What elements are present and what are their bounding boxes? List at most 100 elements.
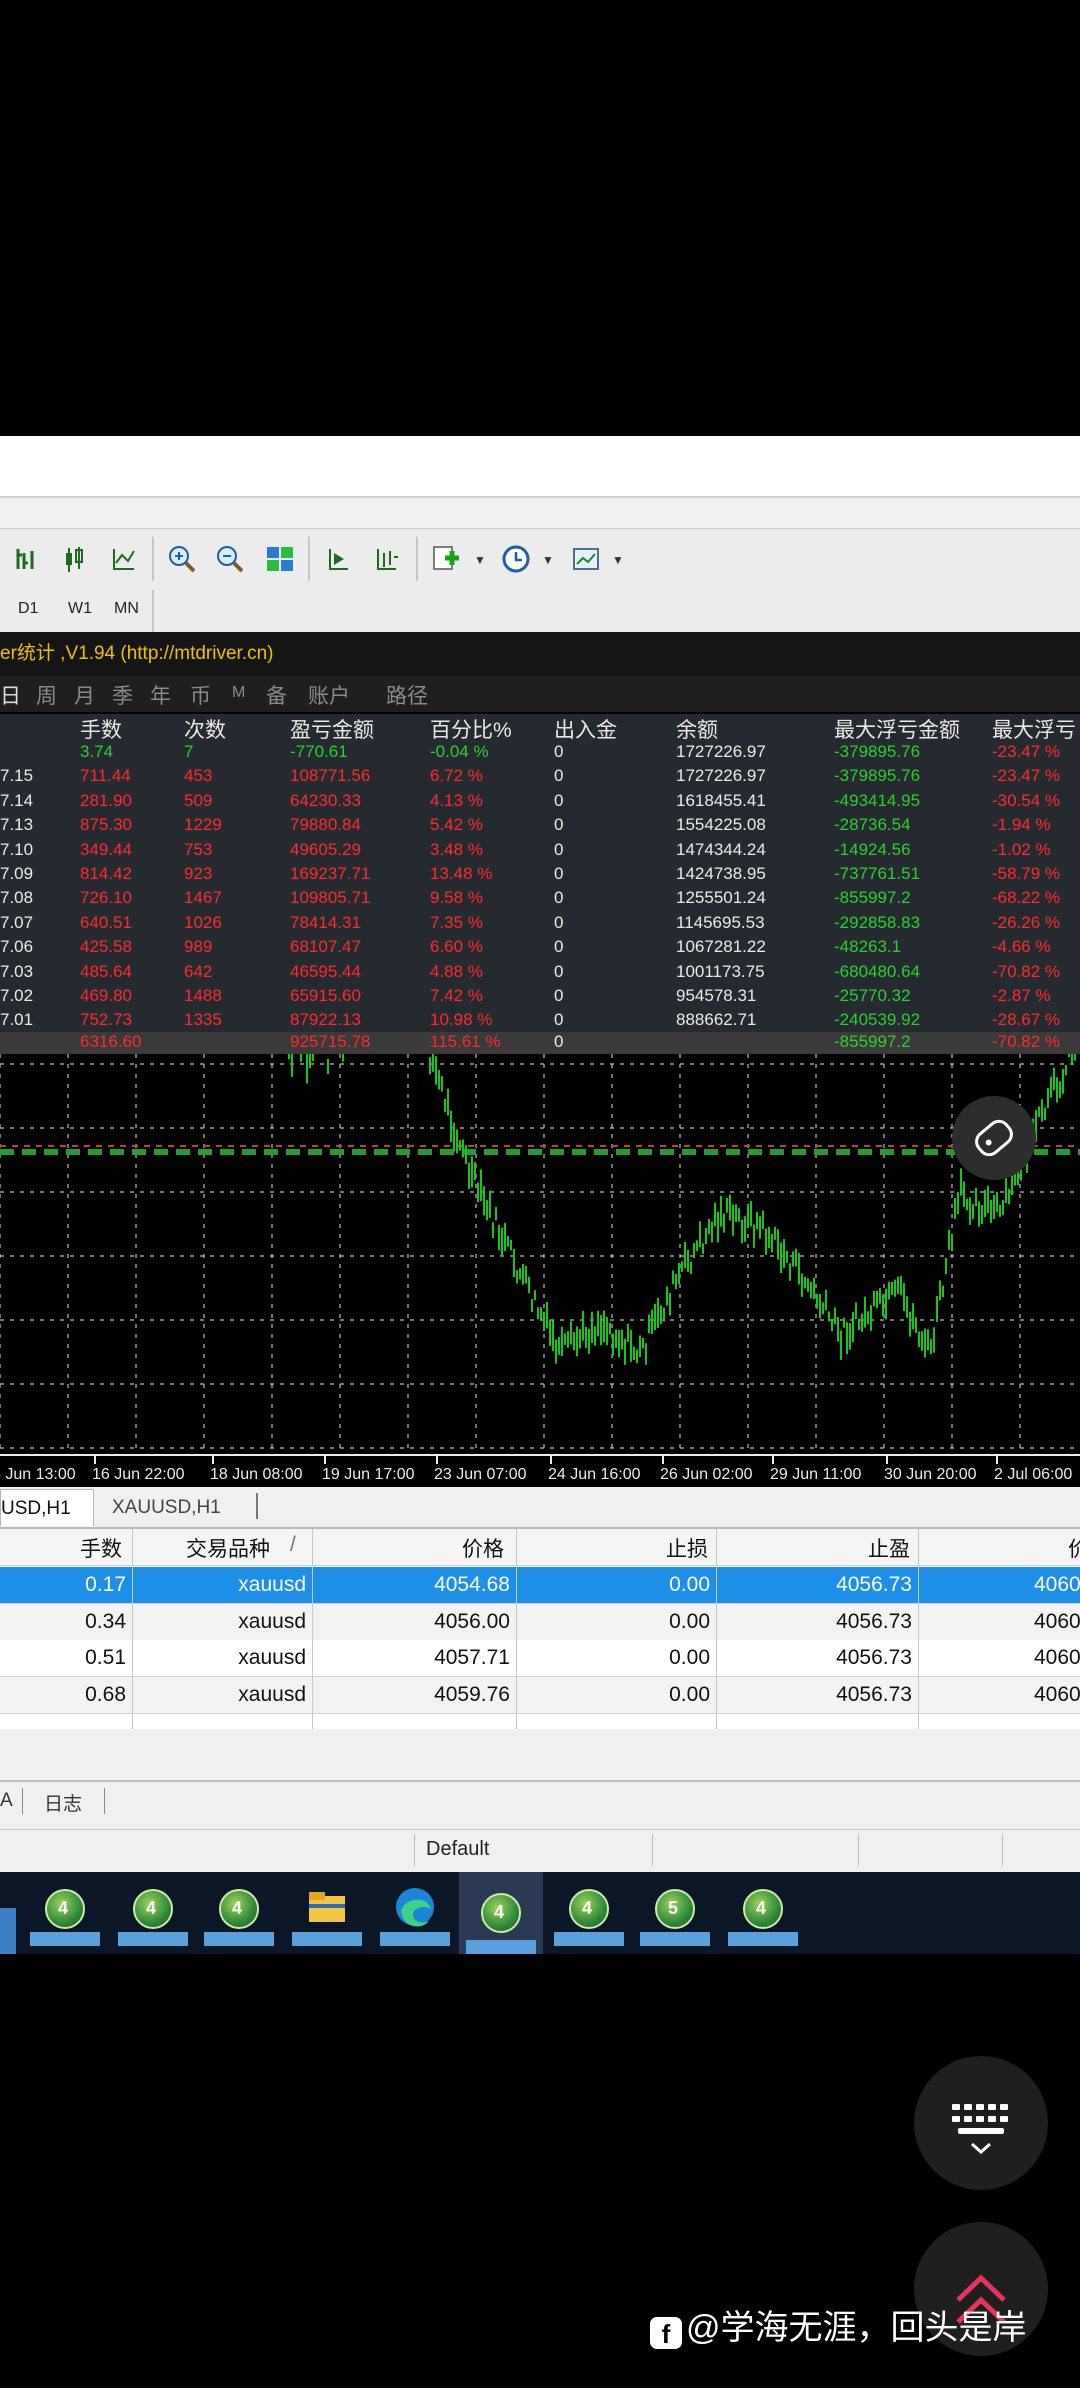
taskbar-app-5[interactable]: 4 bbox=[459, 1872, 543, 1954]
stats-cell-count: 1229 bbox=[184, 815, 222, 835]
timeframe-w1[interactable]: W1 bbox=[68, 600, 92, 618]
stats-cell-maxdd: -28736.54 bbox=[834, 815, 911, 835]
stats-cell-io: 0 bbox=[554, 986, 564, 1005]
stats-cell-pct: 10.98 % bbox=[430, 1010, 493, 1030]
stats-cell-pnl: 109805.71 bbox=[290, 888, 371, 908]
app-version-label: 4 bbox=[232, 1898, 243, 1918]
stats-tab-note[interactable]: 备 bbox=[266, 680, 287, 710]
stats-cell-pnl: -770.61 bbox=[290, 742, 348, 761]
order-cell-price: 4059.76 bbox=[434, 1682, 510, 1706]
price-chart-svg bbox=[0, 1015, 1080, 1454]
keyboard-button[interactable] bbox=[914, 2056, 1048, 2190]
taskbar-app-6[interactable]: 4 bbox=[554, 1880, 624, 1946]
stats-tab-month[interactable]: 月 bbox=[74, 680, 95, 710]
status-bar: Default bbox=[0, 1829, 1080, 1870]
zoom-in-icon[interactable] bbox=[162, 539, 202, 579]
timeframe-mn[interactable]: MN bbox=[114, 600, 139, 618]
order-col-lots[interactable]: 手数 bbox=[80, 1533, 122, 1563]
stats-tab-quarter[interactable]: 季 bbox=[112, 680, 133, 710]
stats-cell-io: 0 bbox=[554, 839, 564, 859]
tab-label: USD,H1 bbox=[1, 1498, 71, 1519]
taskbar-running-indicator bbox=[466, 1940, 536, 1954]
stats-cell-pct: 4.88 % bbox=[430, 961, 483, 981]
stats-tab-currency[interactable]: 币 bbox=[190, 680, 211, 710]
chart-shift-icon[interactable] bbox=[366, 539, 406, 579]
terminal-tab-journal[interactable]: 日志 bbox=[44, 1789, 82, 1816]
mt4-icon: 4 bbox=[569, 1889, 609, 1929]
x-axis-tick-label: 26 Jun 02:00 bbox=[660, 1466, 753, 1483]
stats-tab-magic[interactable]: M bbox=[232, 684, 245, 702]
stats-cell-maxddp: -2.87 % bbox=[992, 986, 1051, 1005]
chevron-down-icon[interactable]: ▼ bbox=[542, 553, 554, 567]
line-chart-icon[interactable] bbox=[104, 539, 144, 579]
order-col-current[interactable]: 价 bbox=[1068, 1533, 1080, 1563]
order-cell-tp: 4056.73 bbox=[836, 1573, 912, 1596]
order-col-price[interactable]: 价格 bbox=[462, 1533, 504, 1563]
stats-cell-count: 1026 bbox=[184, 912, 222, 932]
app-version-label: 5 bbox=[668, 1898, 679, 1918]
x-axis-tick bbox=[772, 1456, 774, 1464]
chevron-down-icon[interactable]: ▼ bbox=[612, 553, 624, 567]
taskbar-running-indicator bbox=[292, 1932, 362, 1946]
periods-clock-icon[interactable] bbox=[496, 539, 536, 579]
stats-cell-date: 7.06 bbox=[0, 937, 34, 957]
terminal-tab-a[interactable]: A bbox=[0, 1790, 13, 1812]
order-col-tp[interactable]: 止盈 bbox=[868, 1533, 910, 1563]
stats-tab-path[interactable]: 路径 bbox=[386, 680, 428, 710]
price-chart[interactable]: 5 Jun 13:00 16 Jun 22:00 18 Jun 08:00 19 Ju… bbox=[0, 1015, 1080, 1486]
floating-tag-button[interactable] bbox=[952, 1096, 1036, 1180]
stats-cell-pnl: 169237.71 bbox=[290, 864, 371, 883]
templates-icon[interactable] bbox=[566, 539, 606, 579]
stats-cell-balance: 1424738.95 bbox=[676, 864, 766, 883]
taskbar-app-2[interactable]: 4 bbox=[204, 1880, 274, 1946]
column-divider bbox=[918, 1529, 919, 1729]
taskbar-app-0[interactable]: 4 bbox=[30, 1880, 100, 1946]
stats-total-row bbox=[0, 1032, 1080, 1054]
tab-separator bbox=[256, 1493, 258, 1519]
x-axis-tick bbox=[996, 1456, 998, 1464]
stats-tab-account[interactable]: 账户 bbox=[308, 680, 350, 710]
tile-windows-icon[interactable] bbox=[260, 539, 300, 579]
stats-cell-count: 453 bbox=[184, 766, 213, 786]
stats-total-pnl: 925715.78 bbox=[290, 1032, 371, 1051]
taskbar-running-indicator bbox=[118, 1932, 188, 1946]
autoscroll-icon[interactable] bbox=[318, 539, 358, 579]
taskbar-app-1[interactable]: 4 bbox=[118, 1880, 188, 1946]
taskbar-app-3[interactable] bbox=[292, 1880, 362, 1946]
x-axis-tick-label: 29 Jun 11:00 bbox=[770, 1466, 862, 1483]
stats-cell-pct: 6.60 % bbox=[430, 937, 483, 957]
tab-usd-h1[interactable]: USD,H1 bbox=[0, 1489, 94, 1526]
tab-separator bbox=[22, 1788, 23, 1814]
stats-cell-pct: 6.72 % bbox=[430, 766, 483, 786]
stats-cell-maxdd: -48263.1 bbox=[834, 937, 902, 957]
stats-cell-maxddp: -1.94 % bbox=[992, 815, 1051, 835]
timeframe-d1[interactable]: D1 bbox=[18, 600, 38, 618]
toolbar-separator bbox=[416, 537, 418, 581]
stats-tab-week[interactable]: 周 bbox=[36, 680, 57, 710]
stats-cell-balance: 1001173.75 bbox=[676, 961, 765, 981]
order-col-symbol[interactable]: 交易品种 bbox=[186, 1533, 270, 1563]
taskbar-app-7[interactable]: 5 bbox=[640, 1880, 710, 1946]
taskbar-app-4[interactable] bbox=[380, 1880, 450, 1946]
stats-cell-balance: 1145695.53 bbox=[676, 912, 765, 932]
mt4-icon: 4 bbox=[45, 1889, 85, 1929]
stats-cell-maxddp: -23.47 % bbox=[992, 766, 1061, 786]
stats-panel-title: er统计 ,V1.94 (http://mtdriver.cn) bbox=[0, 632, 1080, 676]
order-col-sl[interactable]: 止损 bbox=[666, 1533, 708, 1563]
x-axis-tick-label: 18 Jun 08:00 bbox=[210, 1466, 303, 1483]
stats-cell-date: 7.09 bbox=[0, 864, 34, 883]
bar-chart-icon[interactable] bbox=[6, 539, 46, 579]
indicators-icon[interactable] bbox=[426, 539, 466, 579]
stats-tab-day[interactable]: 日 bbox=[0, 680, 21, 710]
order-cell-symbol: xauusd bbox=[238, 1573, 306, 1596]
stats-cell-lots: 469.80 bbox=[80, 986, 132, 1005]
mt5-icon: 5 bbox=[655, 1889, 695, 1929]
taskbar-app-8[interactable]: 4 bbox=[728, 1880, 798, 1946]
taskbar-running-indicator bbox=[380, 1932, 450, 1946]
stats-tab-year[interactable]: 年 bbox=[150, 680, 171, 710]
tab-separator bbox=[104, 1788, 105, 1814]
chevron-down-icon[interactable]: ▼ bbox=[474, 553, 486, 567]
candlestick-icon[interactable] bbox=[54, 539, 94, 579]
zoom-out-icon[interactable] bbox=[210, 539, 250, 579]
tab-xauusd-h1[interactable]: XAUUSD,H1 bbox=[96, 1491, 256, 1525]
